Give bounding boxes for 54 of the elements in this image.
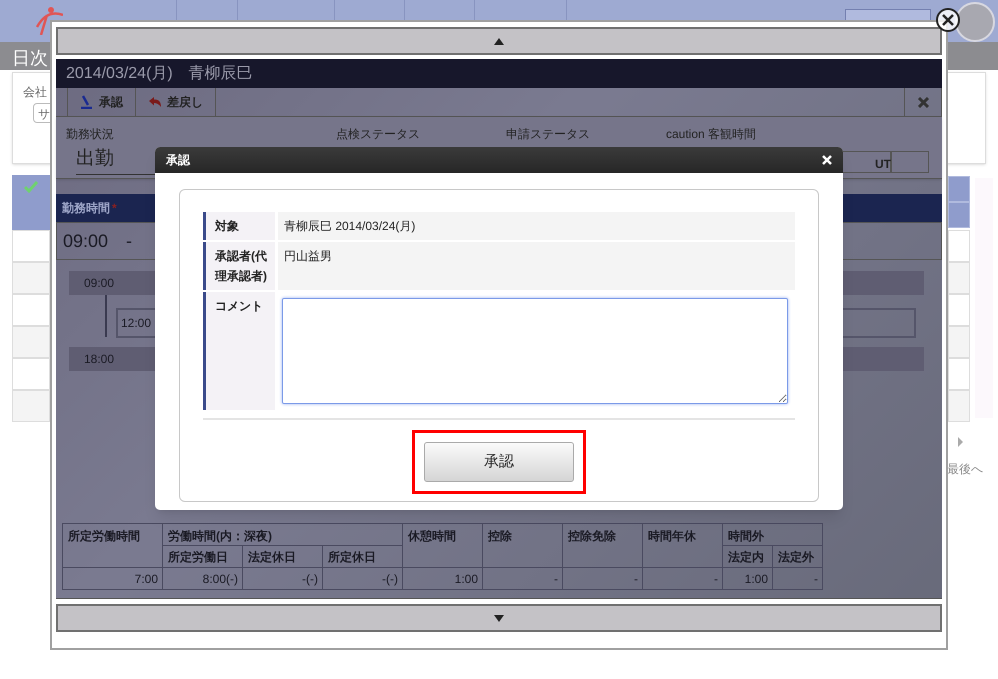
scroll-down-button[interactable] — [56, 604, 942, 632]
approve-button[interactable]: 承認 — [424, 442, 574, 482]
column-header: 時間外 — [722, 524, 822, 546]
close-icon — [918, 96, 928, 108]
back-arrow-icon — [148, 96, 162, 108]
status-label: 勤務状況 — [66, 126, 114, 143]
table-cell: 8:00(-) — [162, 568, 242, 590]
right-arrow-icon[interactable] — [958, 437, 963, 447]
dialog-title: 承認 — [166, 152, 190, 169]
check-icon — [24, 181, 38, 193]
table-cell: 1:00 — [722, 568, 772, 590]
table-cell: 7:00 — [62, 568, 162, 590]
column-header: 法定内 — [722, 546, 772, 568]
status-label: caution 客観時間 — [666, 126, 756, 143]
column-header: 休憩時間 — [402, 524, 482, 568]
column-header — [948, 176, 970, 202]
column-header — [948, 202, 970, 228]
table-cell: -(-) — [242, 568, 322, 590]
close-button[interactable] — [904, 88, 942, 116]
table-cell: - — [562, 568, 642, 590]
column-header: 所定労働時間 — [62, 524, 162, 568]
column-header: 法定外 — [772, 546, 822, 568]
status-label: 点検ステータス — [336, 126, 420, 143]
table-cell: -(-) — [322, 568, 402, 590]
column-header: 控除免除 — [562, 524, 642, 568]
record-title: 2014/03/24(月) 青柳辰巳 — [66, 64, 253, 84]
time-field — [891, 151, 929, 173]
table-cell: - — [642, 568, 722, 590]
field-label: 対象 — [203, 212, 275, 240]
toolbar-button[interactable]: 差戻し — [135, 88, 215, 116]
section-title: 勤務時間 — [62, 200, 110, 217]
status-label: 申請ステータス — [506, 126, 590, 143]
field-label: 会社 — [23, 84, 47, 101]
column-header: 所定労働日 — [162, 546, 242, 568]
down-arrow-icon — [494, 614, 504, 622]
toolbar-button[interactable]: 承認 — [67, 88, 135, 116]
table-cell: - — [772, 568, 822, 590]
pager-link[interactable]: 最後へ — [947, 460, 983, 478]
table-cell: - — [482, 568, 562, 590]
column-header: 法定休日 — [242, 546, 322, 568]
field-label: コメント — [203, 292, 275, 410]
comment-field[interactable] — [282, 298, 788, 404]
up-arrow-icon — [494, 38, 504, 44]
page-title: 日次 — [12, 47, 48, 70]
column-header: 時間年休 — [642, 524, 722, 568]
pen-icon — [80, 95, 94, 109]
column-header: 労働時間(内：深夜) — [162, 524, 402, 546]
field-value: 青柳辰巳 2014/03/24(月) — [278, 212, 795, 240]
field-value: 円山益男 — [278, 242, 795, 290]
table-cell: 1:00 — [402, 568, 482, 590]
logo-icon — [33, 5, 63, 35]
column-header: 控除 — [482, 524, 562, 568]
field-label: 承認者(代理承認者) — [203, 242, 275, 290]
required-mark: * — [112, 200, 117, 217]
